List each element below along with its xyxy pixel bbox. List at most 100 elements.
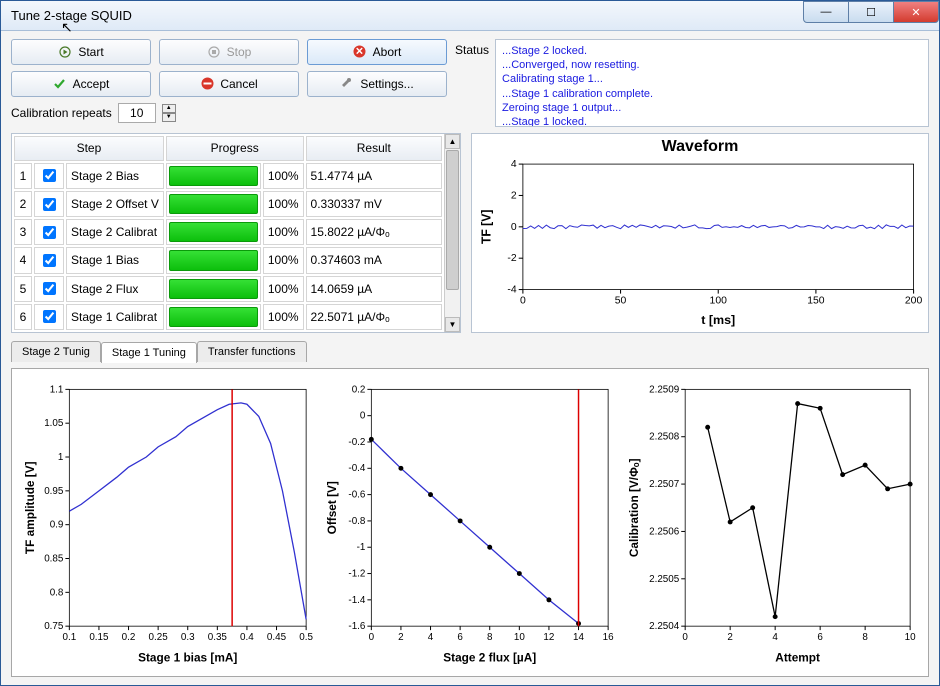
wrench-icon <box>340 77 354 91</box>
table-row[interactable]: 4Stage 1 Bias100%0.374603 mA <box>14 247 442 273</box>
abort-label: Abort <box>373 45 402 59</box>
svg-text:0.3: 0.3 <box>181 632 195 643</box>
progress-bar <box>166 219 261 245</box>
scroll-thumb[interactable] <box>446 150 459 290</box>
progress-bar <box>166 276 261 302</box>
svg-text:0: 0 <box>520 296 526 307</box>
table-row[interactable]: 1Stage 2 Bias100%51.4774 µA <box>14 163 442 189</box>
close-button[interactable]: ✕ <box>893 1 939 23</box>
row-check[interactable] <box>34 276 64 302</box>
table-scrollbar[interactable]: ▲ ▼ <box>444 134 460 332</box>
row-check[interactable] <box>34 247 64 273</box>
progress-pct: 100% <box>263 276 304 302</box>
start-button[interactable]: Start <box>11 39 151 65</box>
svg-text:100: 100 <box>710 296 728 307</box>
tab-transfer[interactable]: Transfer functions <box>197 341 307 362</box>
waveform-plot: -4-2024050100150200t [ms]TF [V] <box>476 156 924 328</box>
spin-down-icon[interactable]: ▼ <box>162 113 176 122</box>
scroll-up-icon[interactable]: ▲ <box>445 134 460 149</box>
status-label: Status <box>455 39 489 127</box>
progress-pct: 100% <box>263 163 304 189</box>
stage1-bias-plot: 0.10.150.20.250.30.350.40.450.50.750.80.… <box>20 377 316 668</box>
svg-text:0: 0 <box>682 632 688 643</box>
col-progress[interactable]: Progress <box>166 136 304 161</box>
titlebar[interactable]: Tune 2-stage SQUID ↖ — ☐ ✕ <box>1 1 939 31</box>
svg-text:4: 4 <box>772 632 778 643</box>
progress-pct: 100% <box>263 247 304 273</box>
svg-text:-2: -2 <box>507 253 517 264</box>
svg-text:-1.6: -1.6 <box>348 621 366 632</box>
svg-text:2: 2 <box>511 190 517 201</box>
svg-text:Calibration [V/Φₒ]: Calibration [V/Φₒ] <box>627 458 641 557</box>
stage2-flux-plot: 0246810121416-1.6-1.4-1.2-1-0.8-0.6-0.4-… <box>322 377 618 668</box>
svg-text:10: 10 <box>905 632 916 643</box>
tab-stage2[interactable]: Stage 2 Tunig <box>11 341 101 362</box>
accept-label: Accept <box>73 77 110 91</box>
abort-button[interactable]: ✕ Abort <box>307 39 447 65</box>
svg-text:2: 2 <box>398 632 403 643</box>
table-row[interactable]: 5Stage 2 Flux100%14.0659 µA <box>14 276 442 302</box>
play-icon <box>58 45 72 59</box>
stop-icon <box>207 45 221 59</box>
result-value: 22.5071 µA/Φₒ <box>306 304 442 330</box>
progress-bar <box>166 304 261 330</box>
svg-text:0.2: 0.2 <box>352 384 366 395</box>
stop-button[interactable]: Stop <box>159 39 299 65</box>
maximize-button[interactable]: ☐ <box>848 1 894 23</box>
svg-text:0.9: 0.9 <box>50 520 64 531</box>
svg-text:0: 0 <box>360 411 366 422</box>
svg-text:200: 200 <box>905 296 923 307</box>
cancel-label: Cancel <box>220 77 257 91</box>
svg-text:10: 10 <box>514 632 525 643</box>
spin-up-icon[interactable]: ▲ <box>162 104 176 113</box>
svg-text:Stage 2 flux [µA]: Stage 2 flux [µA] <box>443 651 536 665</box>
table-row[interactable]: 2Stage 2 Offset V100%0.330337 mV <box>14 191 442 217</box>
row-num: 5 <box>14 276 32 302</box>
svg-text:t [ms]: t [ms] <box>701 313 735 327</box>
cal-repeats-input[interactable] <box>118 103 156 123</box>
row-check[interactable] <box>34 191 64 217</box>
row-num: 4 <box>14 247 32 273</box>
table-row[interactable]: 6Stage 1 Calibrat100%22.5071 µA/Φₒ <box>14 304 442 330</box>
svg-text:1: 1 <box>58 452 63 463</box>
step-name: Stage 2 Calibrat <box>66 219 164 245</box>
settings-button[interactable]: Settings... <box>307 71 447 97</box>
svg-text:-1: -1 <box>357 542 366 553</box>
minimize-button[interactable]: — <box>803 1 849 23</box>
svg-text:-0.8: -0.8 <box>348 516 366 527</box>
result-value: 0.330337 mV <box>306 191 442 217</box>
svg-text:8: 8 <box>862 632 868 643</box>
cancel-button[interactable]: Cancel <box>159 71 299 97</box>
svg-text:2.2504: 2.2504 <box>649 621 680 632</box>
svg-text:0.45: 0.45 <box>267 632 287 643</box>
svg-text:14: 14 <box>573 632 584 643</box>
cal-repeats-spinner[interactable]: ▲ ▼ <box>162 104 176 122</box>
settings-label: Settings... <box>360 77 413 91</box>
row-check[interactable] <box>34 219 64 245</box>
svg-text:0.35: 0.35 <box>208 632 228 643</box>
check-icon <box>53 77 67 91</box>
tab-stage1[interactable]: Stage 1 Tuning <box>101 342 197 363</box>
col-step[interactable]: Step <box>14 136 164 161</box>
result-value: 0.374603 mA <box>306 247 442 273</box>
svg-text:2.2505: 2.2505 <box>649 574 680 585</box>
svg-text:-1.4: -1.4 <box>348 595 366 606</box>
scroll-down-icon[interactable]: ▼ <box>445 317 460 332</box>
row-check[interactable] <box>34 304 64 330</box>
svg-text:2.2507: 2.2507 <box>649 479 679 490</box>
svg-text:0.1: 0.1 <box>62 632 76 643</box>
col-result[interactable]: Result <box>306 136 442 161</box>
row-num: 1 <box>14 163 32 189</box>
svg-text:8: 8 <box>487 632 493 643</box>
result-value: 15.8022 µA/Φₒ <box>306 219 442 245</box>
svg-text:1.1: 1.1 <box>50 384 64 395</box>
status-log[interactable]: ...Stage 2 locked....Converged, now rese… <box>495 39 929 127</box>
accept-button[interactable]: Accept <box>11 71 151 97</box>
abort-icon: ✕ <box>353 45 367 59</box>
progress-pct: 100% <box>263 191 304 217</box>
steps-table[interactable]: Step Progress Result 1Stage 2 Bias100%51… <box>12 134 444 332</box>
table-row[interactable]: 3Stage 2 Calibrat100%15.8022 µA/Φₒ <box>14 219 442 245</box>
progress-pct: 100% <box>263 304 304 330</box>
row-check[interactable] <box>34 163 64 189</box>
svg-text:12: 12 <box>543 632 554 643</box>
